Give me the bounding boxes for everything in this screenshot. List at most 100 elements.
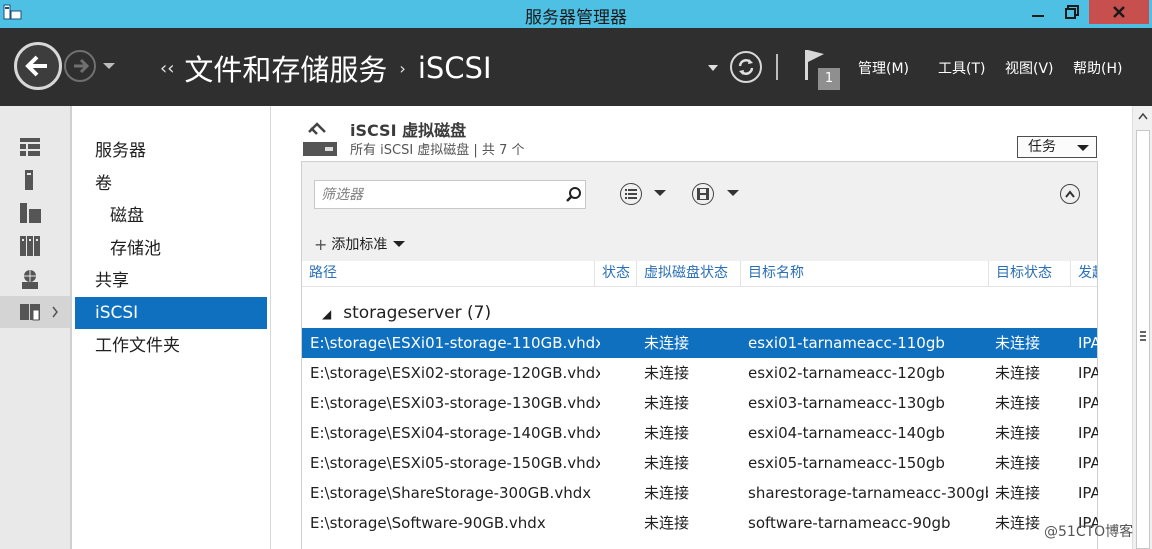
table-row[interactable]: E:\storage\ESXi02-storage-120GB.vhdx 未连接 e…: [302, 358, 1098, 388]
cell-initiator: IPA: [1078, 394, 1098, 412]
column-header-target-name[interactable]: 目标名称: [740, 261, 988, 287]
scroll-thumb[interactable]: [1136, 130, 1150, 549]
role-group-icon: [20, 236, 40, 256]
cell-path: E:\storage\ShareStorage-300GB.vhdx: [310, 484, 592, 502]
cell-initiator: IPA: [1078, 364, 1098, 382]
minimize-button[interactable]: [1021, 0, 1055, 24]
close-button[interactable]: [1089, 0, 1149, 24]
add-criteria-button[interactable]: + 添加标准: [314, 234, 406, 254]
cell-status: [602, 448, 638, 478]
menu-tools[interactable]: 工具(T): [938, 58, 985, 78]
local-server-icon: [25, 170, 33, 190]
scroll-up-button[interactable]: [1133, 108, 1152, 124]
column-header-status[interactable]: 状态: [594, 261, 636, 287]
expand-triangle-icon[interactable]: ◢: [322, 307, 331, 321]
plus-icon: +: [314, 234, 328, 254]
rail-iis[interactable]: [0, 264, 70, 296]
table-row[interactable]: E:\storage\Software-90GB.vhdx 未连接 software…: [302, 508, 1098, 538]
list-view-dropdown-icon[interactable]: [654, 188, 666, 198]
all-servers-icon: [20, 203, 41, 223]
menu-manage[interactable]: 管理(M): [858, 58, 909, 78]
scroll-grip: [1140, 331, 1146, 341]
nav-item-disks[interactable]: 磁盘: [75, 200, 267, 232]
cell-status: [602, 478, 638, 508]
cell-vdisk-status: 未连接: [644, 454, 690, 472]
rail-all-servers[interactable]: [0, 198, 70, 230]
save-dropdown-icon[interactable]: [727, 188, 739, 198]
table-row[interactable]: E:\storage\ESXi03-storage-130GB.vhdx 未连接 e…: [302, 388, 1098, 418]
title-bar: 服务器管理器: [0, 0, 1152, 28]
back-arrow-icon: [25, 55, 47, 77]
cell-vdisk-status: 未连接: [644, 364, 690, 382]
add-criteria-dropdown-icon: [393, 241, 406, 247]
breadcrumb-root[interactable]: 文件和存储服务: [184, 47, 387, 89]
list-view-button[interactable]: [620, 183, 642, 205]
cell-initiator: IPA: [1078, 424, 1098, 442]
history-dropdown-icon[interactable]: [102, 61, 116, 71]
cell-vdisk-status: 未连接: [644, 334, 690, 352]
rail-dashboard[interactable]: [0, 132, 70, 164]
menu-help[interactable]: 帮助(H): [1073, 58, 1122, 78]
nav-item-servers[interactable]: 服务器: [75, 135, 267, 167]
server-manager-window: 服务器管理器 ‹‹ 文件和存储服务 › iSCSI 1 管理(M) 工具(T) …: [0, 0, 1152, 549]
refresh-button[interactable]: [730, 51, 762, 83]
collapse-button[interactable]: [1060, 184, 1080, 204]
cell-status: [602, 418, 638, 448]
notification-count-badge: 1: [818, 68, 840, 90]
nav-panel: 服务器 卷 磁盘 存储池 共享 iSCSI 工作文件夹: [72, 106, 270, 549]
table-row[interactable]: E:\storage\ESXi01-storage-110GB.vhdx 未连接 e…: [302, 328, 1098, 358]
search-icon[interactable]: [565, 186, 583, 204]
nav-item-shares[interactable]: 共享: [75, 265, 267, 297]
rail-local-server[interactable]: [0, 165, 70, 197]
group-label: storageserver (7): [343, 303, 492, 323]
cell-vdisk-status: 未连接: [644, 514, 690, 532]
save-icon: [697, 188, 709, 200]
iscsi-disk-icon: [303, 122, 337, 156]
nav-item-iscsi[interactable]: iSCSI: [75, 297, 267, 329]
cell-target-name: esxi04-tarnameacc-140gb: [748, 424, 945, 442]
cell-path: E:\storage\ESXi05-storage-150GB.vhdx: [310, 454, 600, 472]
cell-target-name: esxi01-tarnameacc-110gb: [748, 334, 945, 352]
minimize-icon: [1032, 15, 1044, 17]
cell-status: [602, 328, 638, 358]
virtual-disks-panel: + 添加标准 路径 状态 虚拟磁盘状态 目标名称 目标状态 发起 ◢ storag…: [301, 161, 1098, 549]
group-header-row[interactable]: ◢ storageserver (7): [302, 298, 1097, 328]
column-header-vdisk-status[interactable]: 虚拟磁盘状态: [636, 261, 740, 287]
chevron-up-icon: [1065, 190, 1075, 198]
cell-initiator: IPA: [1078, 484, 1098, 502]
column-header-target-status[interactable]: 目标状态: [988, 261, 1070, 287]
cell-status: [602, 358, 638, 388]
rail-file-storage-services[interactable]: [0, 296, 70, 328]
window-title: 服务器管理器: [525, 8, 627, 28]
breadcrumb-arrows[interactable]: ‹‹: [160, 58, 174, 79]
vertical-scrollbar[interactable]: [1132, 106, 1152, 549]
cell-status: [602, 508, 638, 538]
restore-button[interactable]: [1055, 0, 1089, 24]
section-title: iSCSI 虚拟磁盘: [350, 121, 467, 140]
nav-item-work-folders[interactable]: 工作文件夹: [75, 330, 267, 362]
forward-button[interactable]: [64, 50, 96, 82]
breadcrumb-dropdown-icon[interactable]: [707, 64, 719, 72]
menu-view[interactable]: 视图(V): [1005, 58, 1054, 78]
back-button[interactable]: [14, 42, 62, 90]
save-query-button[interactable]: [692, 183, 714, 205]
tasks-dropdown-button[interactable]: 任务: [1017, 136, 1097, 158]
table-row[interactable]: E:\storage\ESXi05-storage-150GB.vhdx 未连接 e…: [302, 448, 1098, 478]
content-area: iSCSI 虚拟磁盘 所有 iSCSI 虚拟磁盘 | 共 7 个 任务 筛选器 …: [271, 106, 1132, 549]
nav-item-volumes[interactable]: 卷: [75, 168, 267, 200]
header-bar: ‹‹ 文件和存储服务 › iSCSI 1 管理(M) 工具(T) 视图(V) 帮…: [0, 28, 1152, 106]
table-row[interactable]: E:\storage\ESXi04-storage-140GB.vhdx 未连接 e…: [302, 418, 1098, 448]
table-row[interactable]: E:\storage\ShareStorage-300GB.vhdx 未连接 sha…: [302, 478, 1098, 508]
column-header-path[interactable]: 路径: [302, 261, 594, 287]
cell-path: E:\storage\Software-90GB.vhdx: [310, 514, 546, 532]
nav-item-storage-pools[interactable]: 存储池: [75, 233, 267, 265]
cell-target-name: esxi03-tarnameacc-130gb: [748, 394, 945, 412]
restore-icon: [1065, 5, 1079, 19]
column-header-initiator[interactable]: 发起: [1070, 261, 1097, 287]
cell-status: [602, 388, 638, 418]
filter-input[interactable]: [321, 185, 551, 205]
cell-target-name: software-tarnameacc-90gb: [748, 514, 951, 532]
globe-server-icon: [22, 270, 38, 289]
cell-target-status: 未连接: [995, 424, 1041, 442]
rail-role-group[interactable]: [0, 231, 70, 263]
